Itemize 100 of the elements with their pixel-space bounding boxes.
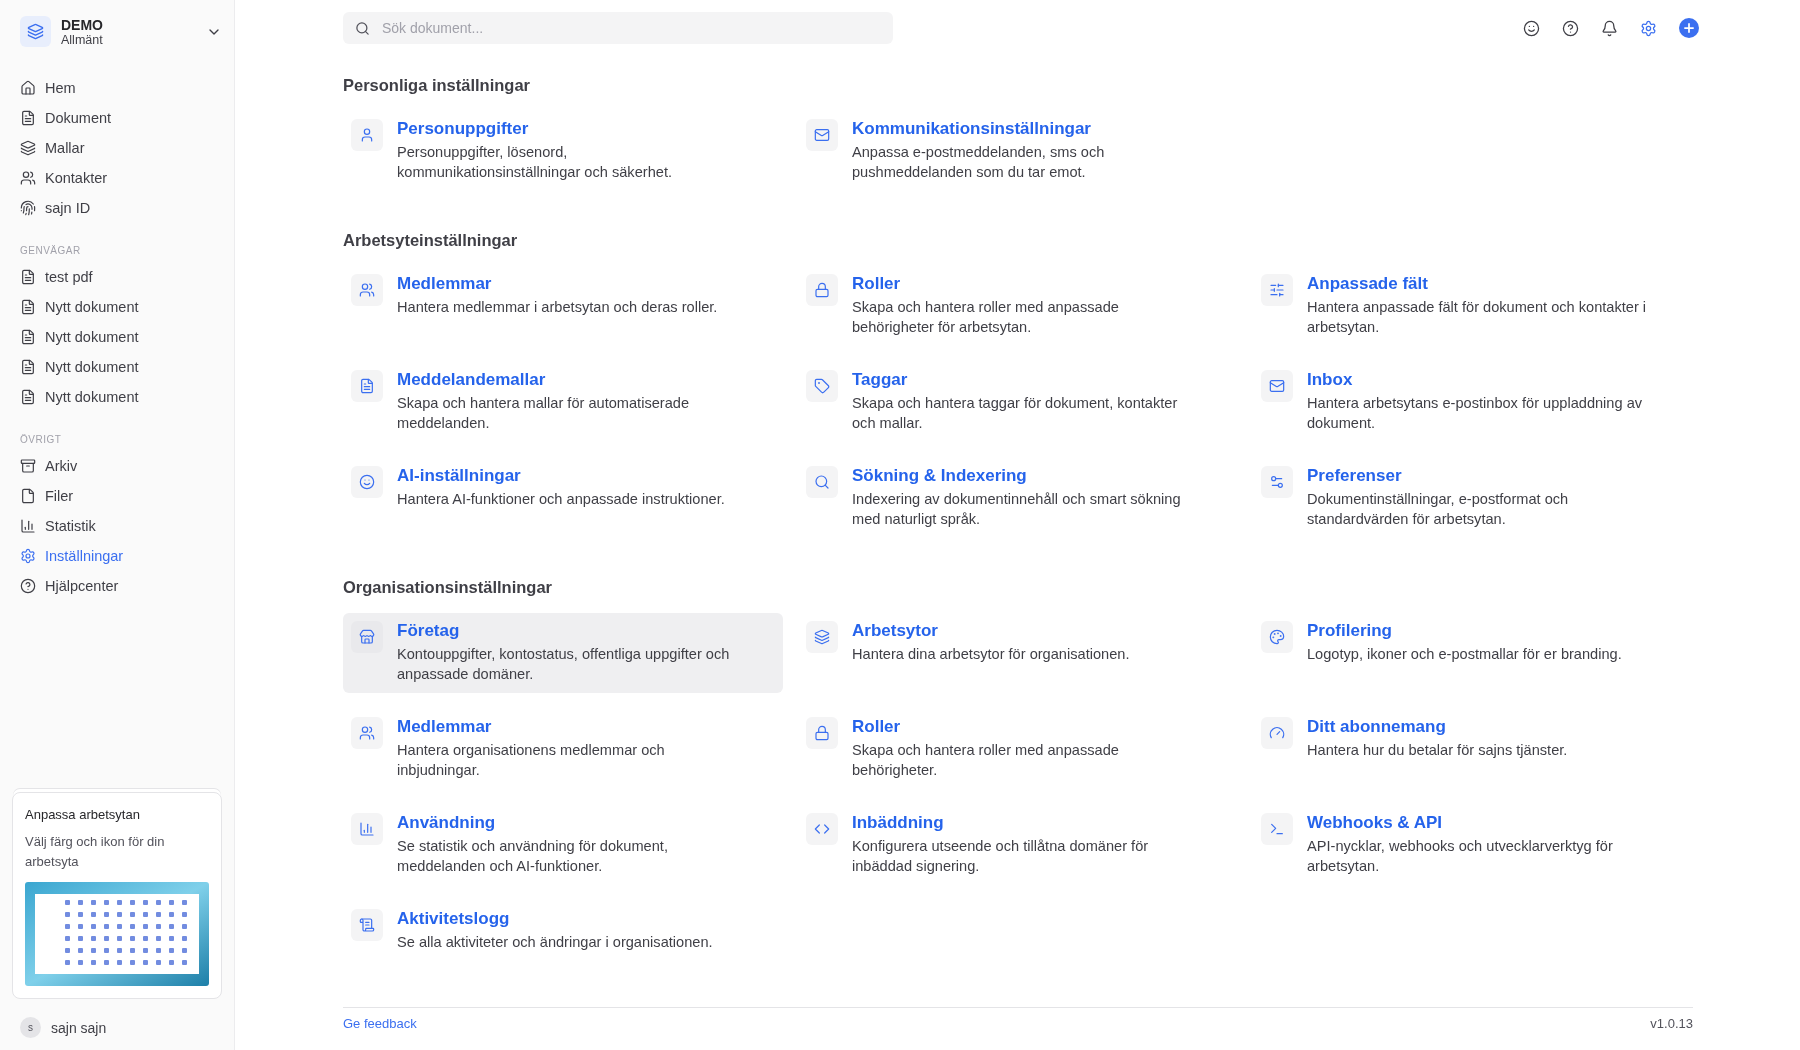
sidebar-item[interactable]: Nytt dokument (20, 322, 222, 352)
settings-button[interactable] (1640, 19, 1657, 37)
layers-icon (20, 140, 36, 156)
house-icon (20, 80, 36, 96)
sidebar-item[interactable]: Kontakter (20, 163, 222, 193)
bar-chart-icon (20, 518, 36, 534)
card-title: Anpassade fält (1307, 274, 1429, 294)
lock-icon (806, 274, 838, 306)
archive-icon (20, 458, 36, 474)
card-title: AI-inställningar (397, 466, 522, 486)
card-title: Personuppgifter (397, 119, 530, 139)
section-title: Personliga inställningar (343, 76, 532, 95)
card-title: Företag (397, 621, 461, 641)
search-input[interactable]: Sök dokument... (380, 19, 881, 37)
card-description: Skapa och hantera roller med anpassade behörigheter. (852, 741, 1120, 780)
document-icon (20, 299, 36, 315)
section-title: Organisationsinställningar (343, 578, 554, 597)
sidebar-item[interactable]: Dokument (20, 103, 222, 133)
card-description: Hantera organisationens medlemmar och inbjudningar. (397, 741, 666, 780)
users-icon (351, 717, 383, 749)
search-icon (806, 466, 838, 498)
avatar[interactable]: s (20, 1017, 41, 1038)
promo-title: Anpassa arbetsytan (25, 807, 141, 822)
file-icon (20, 488, 36, 504)
settings-icon (20, 548, 36, 564)
card-description: Konfigurera utseende och tillåtna domäner för inbäddad signering. (852, 837, 1150, 876)
card-description: Skapa och hantera roller med anpassade behörigheter för arbetsytan. (852, 298, 1120, 337)
user-icon (351, 119, 383, 151)
feedback-link[interactable]: Ge feedback (343, 1016, 417, 1031)
tag-icon (806, 370, 838, 402)
card-description: Dokumentinställningar, e-postformat och standardvärden för arbetsytan. (1307, 490, 1570, 529)
sidebar-item[interactable]: Statistik (20, 511, 222, 541)
section-title: Arbetsyteinställningar (343, 231, 519, 250)
card-title: Arbetsytor (852, 621, 939, 641)
sidebar-item[interactable]: Hem (20, 73, 222, 103)
sidebar-item[interactable]: Arkiv (20, 451, 222, 481)
settings-card[interactable]: Företag Kontouppgifter, kontostatus, offentliga uppgifter och anpassade domäner. (343, 613, 783, 693)
search-field[interactable]: Sök dokument... (343, 12, 893, 44)
bar-chart-icon (351, 813, 383, 845)
card-description: Hantera medlemmar i arbetsytan och deras roller. (397, 298, 718, 317)
sidebar-item[interactable]: Hjälpcenter (20, 571, 222, 601)
group-heading: GENVÄGAR (20, 245, 82, 256)
sidebar-item[interactable]: test pdf (20, 262, 222, 292)
card-description: Personuppgifter, lösenord, kommunikationsinställningar och säkerhet. (397, 143, 673, 182)
fingerprint-icon (20, 200, 36, 216)
document-icon (20, 389, 36, 405)
help-icon (20, 578, 36, 594)
users-icon (20, 170, 36, 186)
sidebar-item[interactable]: Nytt dokument (20, 382, 222, 412)
card-title: Inbäddning (852, 813, 945, 833)
card-description: Se alla aktiviteter och ändringar i organisationen. (397, 933, 713, 952)
card-description: Anpassa e-postmeddelanden, sms och pushmeddelanden som du tar emot. (852, 143, 1106, 182)
card-title: Webhooks & API (1307, 813, 1444, 833)
plus-icon (1682, 21, 1696, 35)
sidebar-item[interactable]: Nytt dokument (20, 352, 222, 382)
card-title: Inbox (1307, 370, 1354, 390)
card-description: Hantera anpassade fält för dokument och kontakter i arbetsytan. (1307, 298, 1648, 337)
mail-icon (806, 119, 838, 151)
promo-text: Välj färg och ikon för din arbetsyta (25, 833, 166, 871)
bell-button[interactable] (1601, 19, 1618, 37)
sidebar-item[interactable]: Nytt dokument (20, 292, 222, 322)
document-icon (20, 359, 36, 375)
card-description: Indexering av dokumentinnehåll och smart sökning med naturligt språk. (852, 490, 1182, 529)
card-title: Ditt abonnemang (1307, 717, 1447, 737)
document-icon (351, 370, 383, 402)
sidebar-item[interactable]: Inställningar (20, 541, 222, 571)
lock-icon (806, 717, 838, 749)
layers-icon (20, 16, 51, 47)
card-title: Medlemmar (397, 717, 493, 737)
gauge-icon (1261, 717, 1293, 749)
sliders-icon (1261, 274, 1293, 306)
document-icon (20, 329, 36, 345)
card-title: Preferenser (1307, 466, 1403, 486)
card-title: Roller (852, 717, 902, 737)
card-description: Hantera AI-funktioner och anpassade instruktioner. (397, 490, 725, 509)
workspace-name: DEMO (61, 16, 104, 33)
sidebar-item[interactable]: sajn ID (20, 193, 222, 223)
help-button[interactable] (1562, 19, 1579, 37)
store-icon (351, 621, 383, 653)
code-icon (806, 813, 838, 845)
card-title: Kommunikationsinställningar (852, 119, 1092, 139)
sidebar-item[interactable]: Filer (20, 481, 222, 511)
user-name: sajn sajn (51, 1019, 107, 1036)
add-button[interactable] (1679, 18, 1699, 38)
card-title: Taggar (852, 370, 909, 390)
card-title: Sökning & Indexering (852, 466, 1028, 486)
card-description: Se statistik och användning för dokument, meddelanden och AI-funktioner. (397, 837, 669, 876)
terminal-icon (1261, 813, 1293, 845)
card-description: Logotyp, ikoner och e-postmallar för er branding. (1307, 645, 1622, 664)
card-description: Skapa och hantera mallar för automatiserade meddelanden. (397, 394, 691, 433)
card-description: Hantera arbetsytans e-postinbox för uppladdning av dokument. (1307, 394, 1644, 433)
card-description: Kontouppgifter, kontostatus, offentliga uppgifter och anpassade domäner. (397, 645, 731, 684)
sidebar-item[interactable]: Mallar (20, 133, 222, 163)
card-title: Användning (397, 813, 497, 833)
card-description: Skapa och hantera taggar för dokument, kontakter och mallar. (852, 394, 1179, 433)
group-heading: ÖVRIGT (20, 434, 63, 445)
smiley-icon (351, 466, 383, 498)
card-title: Aktivitetslogg (397, 909, 511, 929)
document-icon (20, 269, 36, 285)
smiley-button[interactable] (1523, 19, 1540, 37)
